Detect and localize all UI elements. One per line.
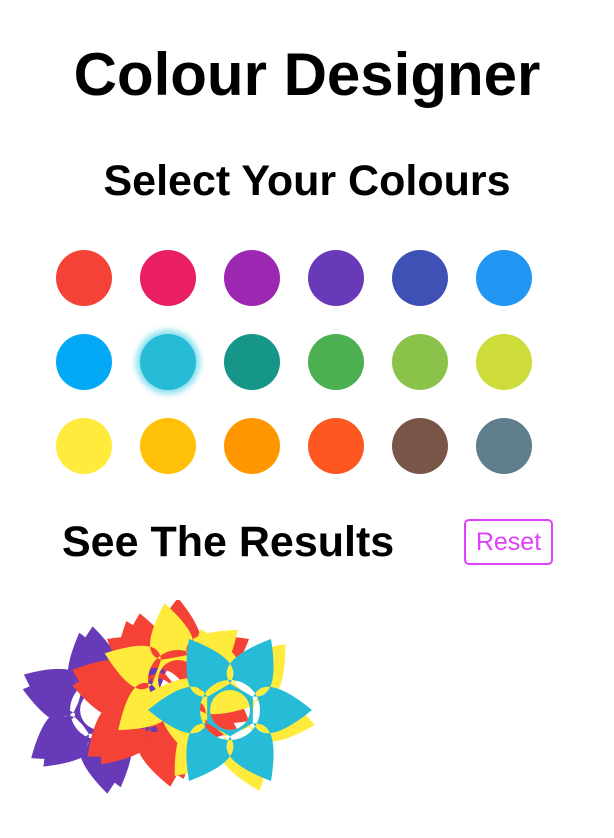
swatch-teal[interactable] (224, 334, 280, 390)
swatch-yellow[interactable] (56, 418, 112, 474)
swatch-purple[interactable] (224, 250, 280, 306)
results-heading: See The Results (62, 518, 395, 566)
swatch-deep-orange[interactable] (308, 418, 364, 474)
swatch-green[interactable] (308, 334, 364, 390)
swatch-deep-purple[interactable] (308, 250, 364, 306)
swatch-blue[interactable] (476, 250, 532, 306)
colour-palette (56, 250, 532, 474)
swatch-blue-grey[interactable] (476, 418, 532, 474)
reset-button[interactable]: Reset (464, 519, 553, 565)
swatch-orange[interactable] (224, 418, 280, 474)
swatch-lime[interactable] (476, 334, 532, 390)
results-canvas (22, 600, 315, 794)
swatch-brown[interactable] (392, 418, 448, 474)
swatch-light-green[interactable] (392, 334, 448, 390)
swatch-cyan[interactable] (140, 334, 196, 390)
swatch-light-blue[interactable] (56, 334, 112, 390)
swatch-red[interactable] (56, 250, 112, 306)
swatch-amber[interactable] (140, 418, 196, 474)
swatch-indigo[interactable] (392, 250, 448, 306)
select-colours-heading: Select Your Colours (103, 157, 511, 205)
swatch-pink[interactable] (140, 250, 196, 306)
app-title: Colour Designer (73, 41, 541, 108)
